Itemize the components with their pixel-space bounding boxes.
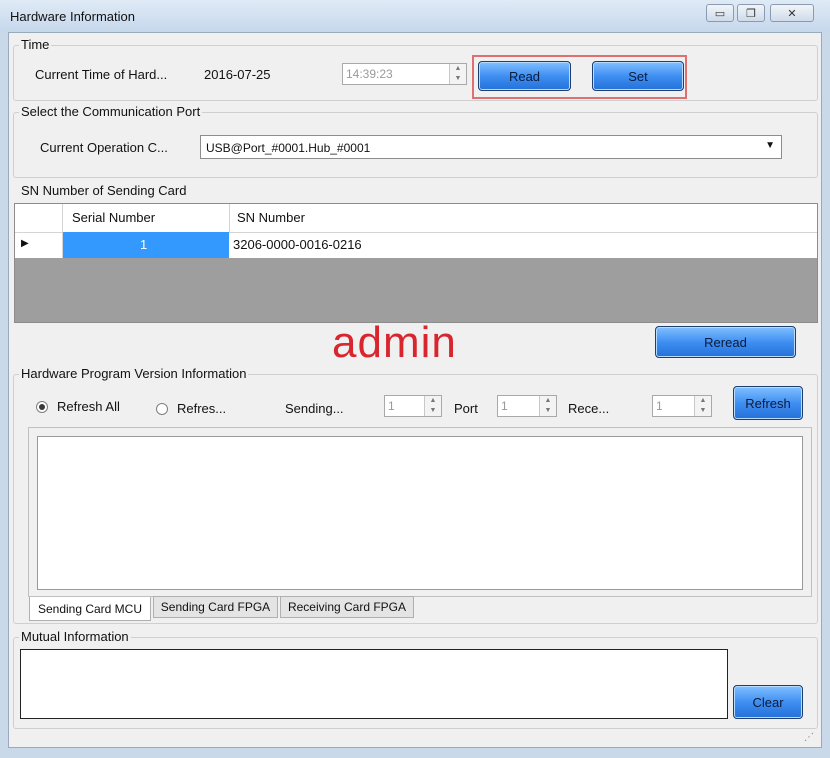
admin-watermark: admin	[332, 318, 457, 367]
time-spinner[interactable]: 14:39:23 ▲ ▼	[342, 63, 467, 85]
tab-receiving-card-fpga[interactable]: Receiving Card FPGA	[280, 596, 414, 618]
clear-button[interactable]: Clear	[733, 685, 803, 719]
restore-icon: ❐	[746, 7, 756, 20]
refresh-all-radio[interactable]	[36, 401, 48, 413]
receiving-label: Rece...	[568, 401, 610, 416]
refresh-partial-label[interactable]: Refres...	[177, 401, 226, 416]
refresh-all-label[interactable]: Refresh All	[57, 399, 120, 414]
spin-down-icon[interactable]: ▼	[425, 406, 441, 416]
tab-sending-card-fpga[interactable]: Sending Card FPGA	[153, 596, 278, 618]
mutual-group-label: Mutual Information	[19, 629, 131, 644]
close-icon: ✕	[787, 7, 797, 20]
port-spinner-arrows[interactable]: ▲ ▼	[539, 396, 556, 416]
title-bar[interactable]: Hardware Information ▭ ❐ ✕	[0, 0, 830, 32]
row-selector-icon: ▶	[21, 238, 29, 249]
maximize-button[interactable]: ❐	[737, 4, 765, 22]
mutual-info-box[interactable]	[20, 649, 728, 719]
receiving-spinner-value: 1	[656, 399, 663, 413]
minimize-button[interactable]: ▭	[706, 4, 734, 22]
sending-spinner-arrows[interactable]: ▲ ▼	[424, 396, 441, 416]
sending-spinner[interactable]: 1 ▲ ▼	[384, 395, 442, 417]
column-divider	[229, 204, 230, 232]
receiving-spinner-arrows[interactable]: ▲ ▼	[694, 396, 711, 416]
spin-up-icon[interactable]: ▲	[425, 396, 441, 406]
version-tab-panel	[28, 427, 812, 597]
operation-port-label: Current Operation C...	[40, 140, 168, 155]
set-button[interactable]: Set	[592, 61, 684, 91]
close-button[interactable]: ✕	[770, 4, 814, 22]
reread-button[interactable]: Reread	[655, 326, 796, 358]
spin-up-icon[interactable]: ▲	[540, 396, 556, 406]
table-row[interactable]: ▶ 1 3206-0000-0016-0216	[15, 232, 817, 258]
read-button[interactable]: Read	[478, 61, 571, 91]
time-group-label: Time	[19, 37, 52, 52]
chevron-down-icon[interactable]: ▼	[765, 140, 775, 151]
cell-sn-value[interactable]: 3206-0000-0016-0216	[233, 237, 362, 252]
spin-down-icon[interactable]: ▼	[540, 406, 556, 416]
tab-sending-card-mcu[interactable]: Sending Card MCU	[29, 597, 151, 621]
refresh-partial-radio[interactable]	[156, 403, 168, 415]
row-header[interactable]: ▶	[15, 232, 63, 258]
current-time-label: Current Time of Hard...	[35, 67, 168, 82]
row-header-corner	[15, 204, 63, 232]
version-group-label: Hardware Program Version Information	[19, 366, 249, 381]
time-spinner-value: 14:39:23	[346, 67, 393, 81]
port-select[interactable]: USB@Port_#0001.Hub_#0001 ▼	[200, 135, 782, 159]
port-group-label: Select the Communication Port	[19, 104, 203, 119]
refresh-button[interactable]: Refresh	[733, 386, 803, 420]
window-title: Hardware Information	[10, 9, 135, 24]
port-spinner[interactable]: 1 ▲ ▼	[497, 395, 557, 417]
sending-spinner-value: 1	[388, 399, 395, 413]
resize-grip-icon[interactable]: ⋰	[804, 732, 814, 743]
current-date-value: 2016-07-25	[204, 67, 271, 82]
sn-table-header: Serial Number SN Number	[15, 204, 817, 233]
port-label: Port	[454, 401, 478, 416]
port-select-value: USB@Port_#0001.Hub_#0001	[206, 141, 371, 155]
version-output-box[interactable]	[37, 436, 803, 590]
cell-serial-value: 1	[140, 237, 148, 252]
column-header-serial[interactable]: Serial Number	[72, 210, 155, 225]
sn-group-label: SN Number of Sending Card	[19, 183, 189, 198]
sn-table: Serial Number SN Number ▶ 1 3206-0000-00…	[14, 203, 818, 323]
table-empty-area	[15, 258, 817, 322]
port-spinner-value: 1	[501, 399, 508, 413]
minimize-icon: ▭	[714, 7, 726, 20]
spin-up-icon[interactable]: ▲	[450, 64, 466, 74]
sending-label: Sending...	[285, 401, 344, 416]
receiving-spinner[interactable]: 1 ▲ ▼	[652, 395, 712, 417]
spin-up-icon[interactable]: ▲	[695, 396, 711, 406]
column-header-sn[interactable]: SN Number	[237, 210, 305, 225]
spin-down-icon[interactable]: ▼	[695, 406, 711, 416]
time-spinner-arrows[interactable]: ▲ ▼	[449, 64, 466, 84]
spin-down-icon[interactable]: ▼	[450, 74, 466, 84]
cell-serial[interactable]: 1	[63, 232, 229, 258]
